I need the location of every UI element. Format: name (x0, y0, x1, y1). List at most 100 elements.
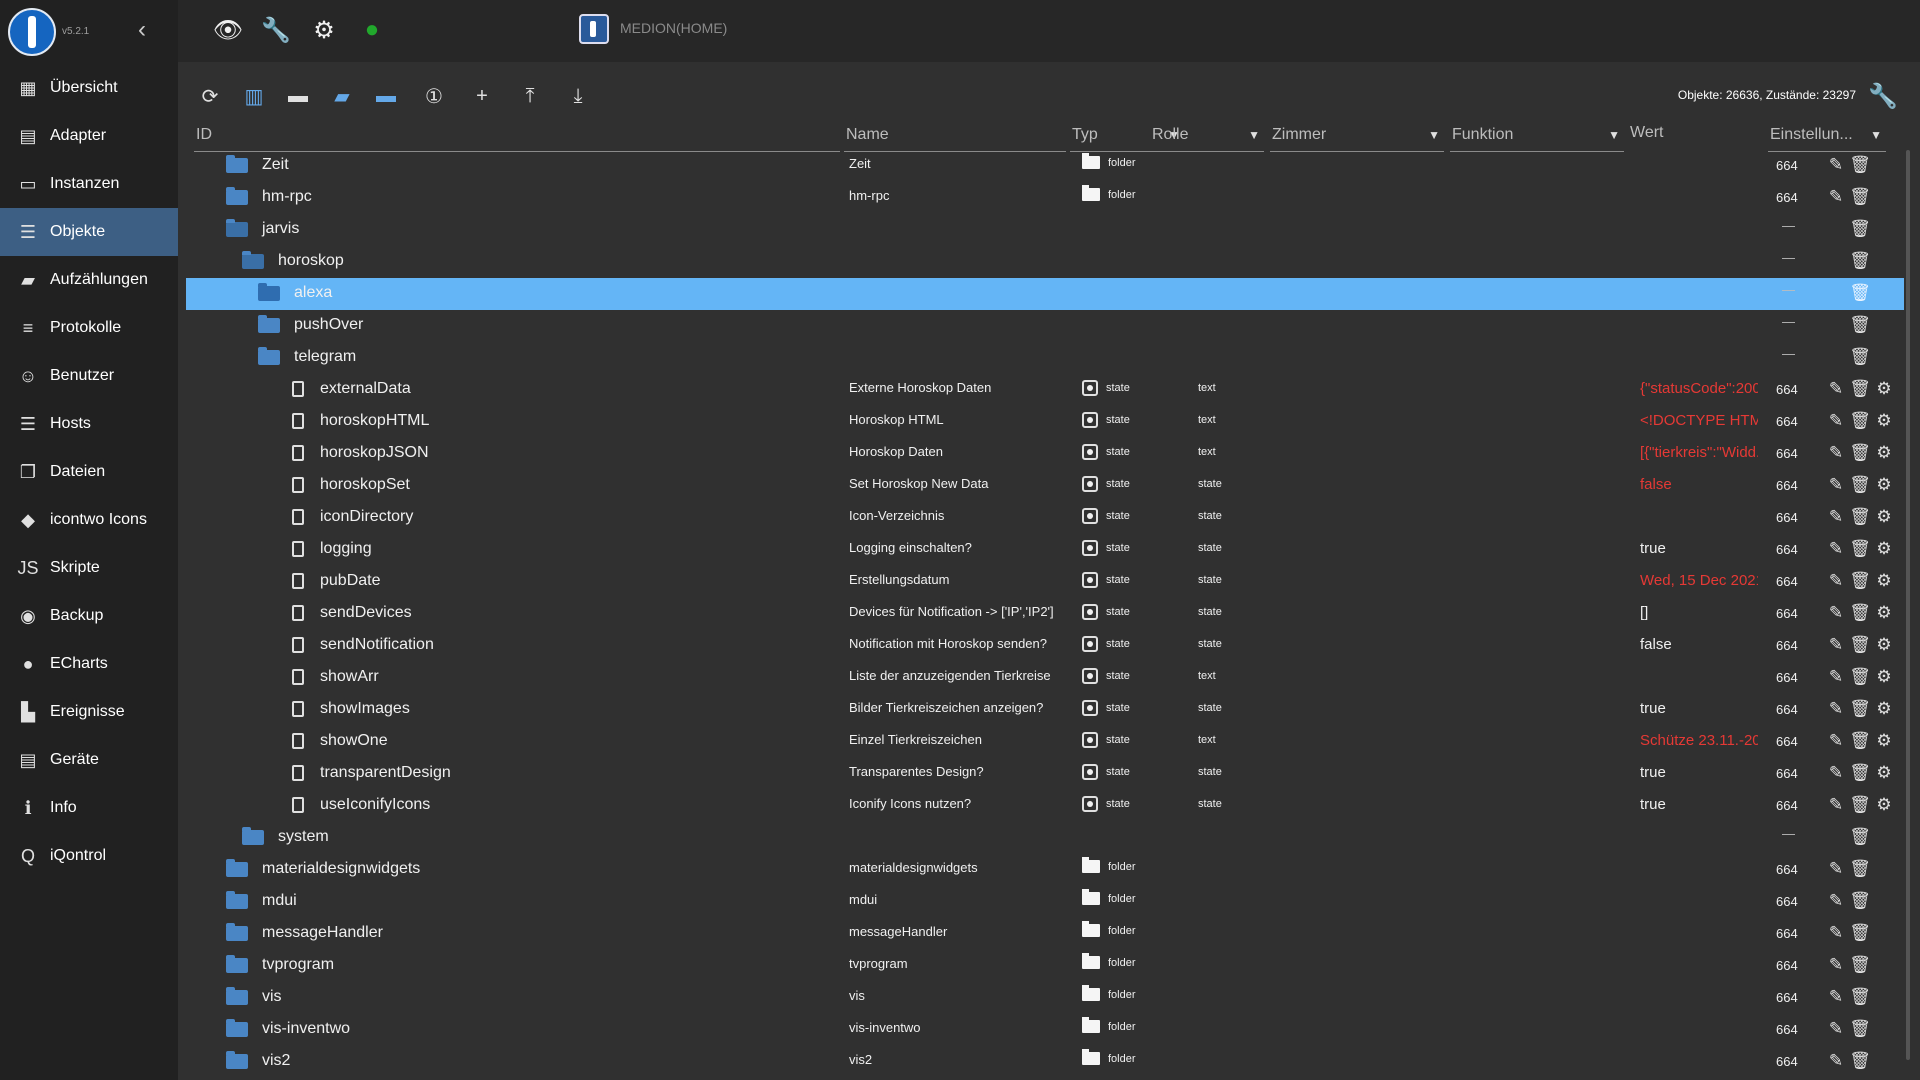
sidebar-item-backup[interactable]: ◉ Backup (0, 592, 178, 640)
delete-icon[interactable]: 🗑 (1849, 1018, 1871, 1040)
delete-icon[interactable]: 🗑 (1849, 442, 1871, 464)
edit-icon[interactable]: ✎ (1826, 154, 1846, 176)
row-id[interactable]: sendNotification (292, 636, 434, 654)
edit-icon[interactable]: ✎ (1826, 666, 1846, 688)
row-acl[interactable]: 664 (1776, 190, 1798, 205)
row-acl[interactable]: 664 (1776, 862, 1798, 877)
folder-closed-icon[interactable]: ▬ (368, 78, 404, 114)
row-value[interactable]: {"statusCode":200... (1640, 380, 1758, 397)
table-row[interactable]: system — 🗑 (186, 822, 1904, 854)
sidebar-item-objekte[interactable]: ☰ Objekte (0, 208, 178, 256)
edit-icon[interactable]: ✎ (1826, 378, 1846, 400)
row-value[interactable]: true (1640, 540, 1666, 557)
row-id[interactable]: showOne (292, 732, 388, 750)
sidebar-item-echarts[interactable]: ● ECharts (0, 640, 178, 688)
delete-icon[interactable]: 🗑 (1849, 1050, 1871, 1072)
row-id[interactable]: showArr (292, 668, 379, 686)
edit-icon[interactable]: ✎ (1826, 634, 1846, 656)
row-id[interactable]: vis-inventwo (226, 1018, 350, 1038)
upload-icon[interactable]: ⤒ (512, 78, 548, 114)
row-acl[interactable]: 664 (1776, 990, 1798, 1005)
table-row[interactable]: messageHandler messageHandler folder 664 ✎ 🗑 (186, 918, 1904, 950)
table-row[interactable]: useIconifyIcons Iconify Icons nutzen? stat… (186, 790, 1904, 822)
row-value[interactable]: true (1640, 700, 1666, 717)
scrollbar[interactable] (1906, 150, 1910, 1060)
row-id[interactable]: pushOver (258, 314, 363, 334)
edit-icon[interactable]: ✎ (1826, 954, 1846, 976)
collapse-sidebar-icon[interactable]: ‹ (138, 16, 146, 44)
sidebar-item-adapter[interactable]: ▤ Adapter (0, 112, 178, 160)
delete-icon[interactable]: 🗑 (1849, 250, 1871, 272)
gear-icon[interactable]: ⚙ (1874, 602, 1894, 624)
row-id[interactable]: showImages (292, 700, 410, 718)
wrench-icon[interactable]: 🔧 (260, 14, 292, 46)
row-acl[interactable]: 664 (1776, 606, 1798, 621)
edit-icon[interactable]: ✎ (1826, 1018, 1846, 1040)
delete-icon[interactable]: 🗑 (1849, 730, 1871, 752)
sidebar-item-ereignisse[interactable]: ▙ Ereignisse (0, 688, 178, 736)
row-id[interactable]: jarvis (226, 218, 299, 238)
column-room[interactable]: Zimmer ▼ (1270, 122, 1444, 152)
row-value[interactable]: Schütze 23.11.-20.... (1640, 732, 1758, 749)
row-id[interactable]: iconDirectory (292, 508, 413, 526)
edit-icon[interactable]: ✎ (1826, 794, 1846, 816)
row-id[interactable]: vis2 (226, 1050, 290, 1070)
table-row[interactable]: vis-inventwo vis-inventwo folder 664 ✎ 🗑 (186, 1014, 1904, 1046)
delete-icon[interactable]: 🗑 (1849, 954, 1871, 976)
gear-icon[interactable]: ⚙ (1874, 762, 1894, 784)
row-id[interactable]: mdui (226, 890, 297, 910)
row-acl[interactable]: 664 (1776, 382, 1798, 397)
row-acl[interactable]: 664 (1776, 1022, 1798, 1037)
row-acl[interactable]: 664 (1776, 478, 1798, 493)
edit-icon[interactable]: ✎ (1826, 890, 1846, 912)
row-acl[interactable]: 664 (1776, 958, 1798, 973)
edit-icon[interactable]: ✎ (1826, 570, 1846, 592)
sidebar-item-icontwo-icons[interactable]: ◆ icontwo Icons (0, 496, 178, 544)
column-name[interactable]: Name (844, 122, 1066, 152)
row-acl[interactable]: 664 (1776, 766, 1798, 781)
counter-one-icon[interactable]: ① (416, 78, 452, 114)
refresh-icon[interactable]: ⟳ (192, 78, 228, 114)
sidebar-item-info[interactable]: ℹ Info (0, 784, 178, 832)
sidebar-item-dateien[interactable]: ❐ Dateien (0, 448, 178, 496)
sidebar-item-protokolle[interactable]: ≡ Protokolle (0, 304, 178, 352)
folder-icon[interactable]: ▬ (280, 78, 316, 114)
edit-icon[interactable]: ✎ (1826, 730, 1846, 752)
delete-icon[interactable]: 🗑 (1849, 314, 1871, 336)
row-value[interactable]: [{"tierkreis":"Widd... (1640, 444, 1758, 461)
gear-icon[interactable]: ⚙ (1874, 474, 1894, 496)
row-id[interactable]: vis (226, 986, 282, 1006)
row-id[interactable]: messageHandler (226, 922, 383, 942)
table-row[interactable]: logging Logging einschalten? state state tru… (186, 534, 1904, 566)
function-dropdown-icon[interactable]: ▼ (1608, 128, 1620, 142)
delete-icon[interactable]: 🗑 (1849, 186, 1871, 208)
row-acl[interactable]: 664 (1776, 446, 1798, 461)
table-row[interactable]: sendNotification Notification mit Horosko… (186, 630, 1904, 662)
edit-icon[interactable]: ✎ (1826, 698, 1846, 720)
delete-icon[interactable]: 🗑 (1849, 698, 1871, 720)
row-id[interactable]: transparentDesign (292, 764, 451, 782)
delete-icon[interactable]: 🗑 (1849, 826, 1871, 848)
table-row[interactable]: pubDate Erstellungsdatum state state Wed, 15… (186, 566, 1904, 598)
row-acl[interactable]: 664 (1776, 542, 1798, 557)
gear-icon[interactable]: ⚙ (1874, 794, 1894, 816)
row-id[interactable]: tvprogram (226, 954, 334, 974)
row-id[interactable]: alexa (258, 282, 332, 302)
delete-icon[interactable]: 🗑 (1849, 154, 1871, 176)
download-icon[interactable]: ⤓ (560, 78, 596, 114)
row-acl[interactable]: 664 (1776, 894, 1798, 909)
table-row[interactable]: vis2 vis2 folder 664 ✎ 🗑 (186, 1046, 1904, 1078)
table-row[interactable]: vis vis folder 664 ✎ 🗑 (186, 982, 1904, 1014)
gear-icon[interactable]: ⚙ (1874, 730, 1894, 752)
expert-mode-icon[interactable]: ● (356, 14, 388, 46)
gear-icon[interactable]: ⚙ (1874, 634, 1894, 656)
delete-icon[interactable]: 🗑 (1849, 218, 1871, 240)
sidebar-item-hosts[interactable]: ☰ Hosts (0, 400, 178, 448)
delete-icon[interactable]: 🗑 (1849, 570, 1871, 592)
table-row[interactable]: Zeit Zeit folder 664 ✎ 🗑 (186, 150, 1904, 182)
table-row[interactable]: transparentDesign Transparentes Design? st… (186, 758, 1904, 790)
table-row[interactable]: sendDevices Devices für Notification -> [… (186, 598, 1904, 630)
delete-icon[interactable]: 🗑 (1849, 794, 1871, 816)
add-icon[interactable]: + (464, 78, 500, 114)
edit-icon[interactable]: ✎ (1826, 538, 1846, 560)
